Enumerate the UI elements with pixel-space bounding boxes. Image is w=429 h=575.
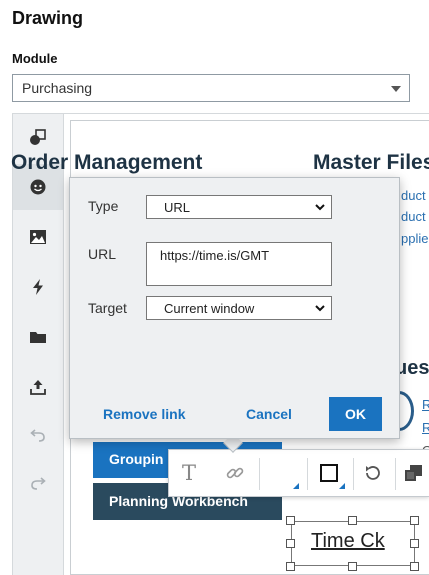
tool-upload[interactable] xyxy=(13,364,63,410)
redo-icon xyxy=(31,477,46,490)
link-tool-button[interactable] xyxy=(215,450,255,496)
master-files-link[interactable]: duct xyxy=(401,209,426,224)
resize-handle[interactable] xyxy=(286,516,295,525)
resize-handle[interactable] xyxy=(410,516,419,525)
url-input[interactable]: https://time.is/GMT xyxy=(146,242,332,286)
remove-link-button[interactable]: Remove link xyxy=(103,406,185,422)
toolbar-divider xyxy=(307,458,308,490)
order-management-heading[interactable]: Order Management xyxy=(11,151,202,175)
tool-undo[interactable] xyxy=(13,412,63,458)
image-icon xyxy=(30,230,46,244)
ok-button[interactable]: OK xyxy=(329,397,382,431)
toolbar-divider xyxy=(353,458,354,490)
fill-color-button[interactable] xyxy=(263,450,303,496)
shapes-icon xyxy=(30,129,46,145)
tool-lightning[interactable] xyxy=(13,264,63,310)
link-icon xyxy=(226,467,244,479)
cancel-button[interactable]: Cancel xyxy=(246,406,292,422)
target-label: Target xyxy=(88,300,127,316)
chevron-down-icon xyxy=(391,86,401,92)
url-label: URL xyxy=(88,246,117,262)
resize-handle[interactable] xyxy=(348,562,357,571)
target-select-value: Current window xyxy=(164,301,255,316)
module-label: Module xyxy=(12,51,58,66)
text-icon: T xyxy=(181,461,196,485)
fill-color-swatch xyxy=(274,464,292,482)
module-select-value: Purchasing xyxy=(22,80,93,96)
arrange-icon xyxy=(405,465,422,481)
rotate-button[interactable] xyxy=(355,450,391,496)
chevron-down-icon xyxy=(315,305,325,312)
face-icon xyxy=(30,179,46,195)
tool-strip xyxy=(13,114,63,575)
type-select-value: URL xyxy=(164,200,191,215)
lightning-icon xyxy=(33,279,43,295)
rotate-icon xyxy=(366,466,380,480)
resize-handle[interactable] xyxy=(286,562,295,571)
upload-icon xyxy=(30,380,46,395)
dropdown-corner-icon xyxy=(293,483,299,489)
border-color-button[interactable] xyxy=(309,450,349,496)
resize-handle[interactable] xyxy=(410,539,419,548)
time-link-text[interactable]: Time Ck xyxy=(311,530,385,553)
master-files-link[interactable]: pplie xyxy=(401,231,428,246)
folder-icon xyxy=(30,332,46,343)
toolbar-divider xyxy=(259,458,260,490)
page-title: Drawing xyxy=(12,8,84,28)
border-square-icon xyxy=(320,464,338,482)
text-tool-button[interactable]: T xyxy=(169,450,209,496)
tool-folder[interactable] xyxy=(13,314,63,360)
type-label: Type xyxy=(88,198,119,214)
type-select[interactable]: URL xyxy=(146,195,332,219)
undo-icon xyxy=(30,429,45,442)
tool-redo[interactable] xyxy=(13,460,63,506)
resize-handle[interactable] xyxy=(286,539,295,548)
target-select[interactable]: Current window xyxy=(146,296,332,320)
questions-link[interactable]: R xyxy=(422,397,429,412)
master-files-heading[interactable]: Master Files xyxy=(313,151,429,175)
format-toolbar: T xyxy=(168,449,429,497)
questions-link[interactable]: R xyxy=(422,420,429,435)
module-select[interactable]: Purchasing xyxy=(12,74,410,102)
master-files-link[interactable]: duct xyxy=(401,188,426,203)
arrange-button[interactable] xyxy=(403,450,429,496)
questions-heading: ues xyxy=(395,357,429,379)
dropdown-corner-icon xyxy=(339,483,345,489)
toolbar-divider xyxy=(395,458,396,490)
resize-handle[interactable] xyxy=(348,516,357,525)
resize-handle[interactable] xyxy=(410,562,419,571)
tool-image[interactable] xyxy=(13,214,63,260)
chevron-down-icon xyxy=(315,204,325,211)
